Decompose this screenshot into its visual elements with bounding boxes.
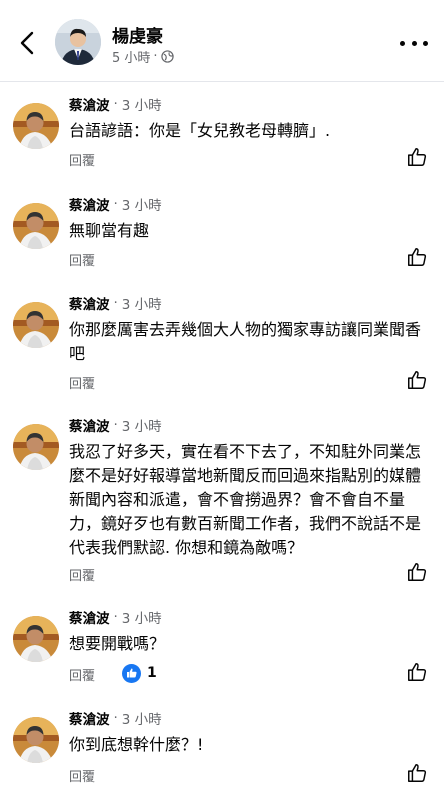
globe-icon — [160, 50, 174, 63]
comment-text: 你到底想幹什麼？! — [69, 735, 204, 754]
commenter-name[interactable]: 蔡滄波 — [69, 293, 110, 313]
comment-time[interactable]: 3 小時 — [122, 194, 162, 214]
like-reaction-icon — [122, 663, 141, 683]
commenter-avatar[interactable] — [13, 302, 59, 348]
commenter-name[interactable]: 蔡滄波 — [69, 415, 110, 435]
comment-text: 我忍了好多天，實在看不下去了，不知駐外同業怎麼不是好好報導當地新聞反而回過來指點… — [69, 442, 422, 557]
author-avatar[interactable] — [55, 19, 101, 65]
thumbs-up-icon — [408, 663, 427, 681]
chevron-left-icon — [20, 31, 34, 55]
comment-text: 台語諺語：你是「女兒教老母轉臍」. — [69, 121, 331, 140]
author-name[interactable]: 楊虔豪 — [112, 22, 163, 47]
reply-button[interactable]: 回覆 — [69, 250, 95, 269]
thumbs-up-icon — [408, 248, 427, 266]
commenter-avatar[interactable] — [13, 616, 59, 662]
reaction-summary[interactable]: 1 — [122, 663, 157, 683]
commenter-avatar[interactable] — [13, 103, 59, 149]
commenter-avatar[interactable] — [13, 717, 59, 763]
like-button[interactable] — [406, 246, 428, 268]
comment-time[interactable]: 3 小時 — [122, 607, 162, 627]
meta-separator: · — [113, 196, 118, 212]
commenter-name[interactable]: 蔡滄波 — [69, 194, 110, 214]
meta-separator: · — [153, 49, 158, 64]
comment-time[interactable]: 3 小時 — [122, 708, 162, 728]
post-meta: 5 小時 · — [112, 47, 174, 66]
thumbs-up-icon — [408, 371, 427, 389]
like-button[interactable] — [406, 369, 428, 391]
more-dot-icon — [423, 40, 428, 46]
meta-separator: · — [113, 417, 118, 433]
comment-header: 蔡滄波 · 3 小時 — [69, 607, 162, 627]
meta-separator: · — [113, 609, 118, 625]
post-header: 楊虔豪 5 小時 · — [0, 0, 444, 82]
reply-button[interactable]: 回覆 — [69, 373, 95, 392]
reaction-count: 1 — [147, 665, 157, 681]
comment-header: 蔡滄波 · 3 小時 — [69, 708, 162, 728]
commenter-name[interactable]: 蔡滄波 — [69, 708, 110, 728]
more-options-button[interactable] — [400, 34, 428, 52]
like-button[interactable] — [406, 146, 428, 168]
reply-button[interactable]: 回覆 — [69, 665, 95, 684]
comment-header: 蔡滄波 · 3 小時 — [69, 194, 162, 214]
like-button[interactable] — [406, 762, 428, 784]
meta-separator: · — [113, 295, 118, 311]
commenter-avatar[interactable] — [13, 203, 59, 249]
like-button[interactable] — [406, 561, 428, 583]
meta-separator: · — [113, 96, 118, 112]
reply-button[interactable]: 回覆 — [69, 565, 95, 584]
more-dot-icon — [400, 40, 405, 46]
comment-time[interactable]: 3 小時 — [122, 293, 162, 313]
like-button[interactable] — [406, 661, 428, 683]
comment-time[interactable]: 3 小時 — [122, 415, 162, 435]
comment-header: 蔡滄波 · 3 小時 — [69, 94, 162, 114]
comment-header: 蔡滄波 · 3 小時 — [69, 293, 162, 313]
post-time: 5 小時 — [112, 51, 151, 66]
back-button[interactable] — [14, 30, 40, 56]
commenter-name[interactable]: 蔡滄波 — [69, 607, 110, 627]
more-dot-icon — [411, 40, 417, 46]
thumbs-up-icon — [408, 563, 427, 581]
commenter-name[interactable]: 蔡滄波 — [69, 94, 110, 114]
comment-time[interactable]: 3 小時 — [122, 94, 162, 114]
reply-button[interactable]: 回覆 — [69, 150, 95, 169]
commenter-avatar[interactable] — [13, 424, 59, 470]
thumbs-up-icon — [408, 764, 427, 782]
meta-separator: · — [113, 710, 118, 726]
comment-text: 無聊當有趣 — [69, 221, 150, 240]
reply-button[interactable]: 回覆 — [69, 766, 95, 785]
thumbs-up-icon — [408, 148, 427, 166]
comment-text: 你那麼厲害去弄幾個大人物的獨家專訪讓同業聞香吧 — [69, 320, 422, 363]
comment-text: 想要開戰嗎？ — [69, 634, 166, 653]
comment-header: 蔡滄波 · 3 小時 — [69, 415, 162, 435]
